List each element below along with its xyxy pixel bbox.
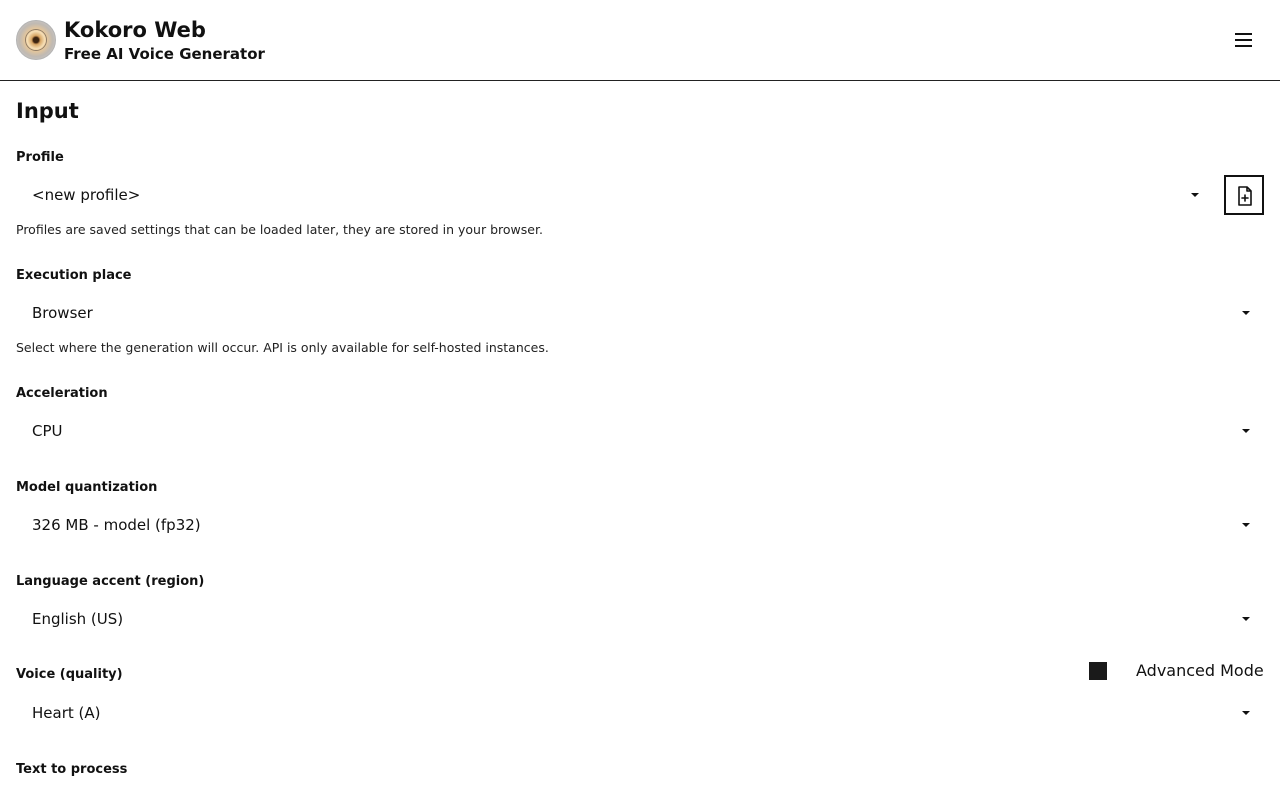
model-quantization-label: Model quantization xyxy=(16,480,158,495)
acceleration-label: Acceleration xyxy=(16,386,108,401)
section-title: Input xyxy=(16,99,79,123)
chevron-down-icon xyxy=(1242,617,1250,621)
language-accent-label: Language accent (region) xyxy=(16,574,205,589)
speaker-logo-icon xyxy=(16,20,56,60)
voice-select[interactable]: Heart (A) xyxy=(16,693,1264,733)
hamburger-menu-icon[interactable] xyxy=(1233,32,1255,48)
advanced-mode-label[interactable]: Advanced Mode xyxy=(1136,661,1264,681)
model-quantization-value: 326 MB - model (fp32) xyxy=(32,516,201,534)
acceleration-select[interactable]: CPU xyxy=(16,411,1264,451)
execution-place-hint: Select where the generation will occur. … xyxy=(16,340,549,355)
profile-label: Profile xyxy=(16,150,64,165)
chevron-down-icon xyxy=(1242,711,1250,715)
profile-hint: Profiles are saved settings that can be … xyxy=(16,222,543,237)
chevron-down-icon xyxy=(1242,429,1250,433)
chevron-down-icon xyxy=(1242,523,1250,527)
voice-label: Voice (quality) xyxy=(16,667,123,682)
advanced-mode-checkbox[interactable] xyxy=(1089,662,1107,680)
app-subtitle: Free AI Voice Generator xyxy=(64,45,265,63)
language-accent-value: English (US) xyxy=(32,610,124,628)
acceleration-value: CPU xyxy=(32,422,63,440)
model-quantization-select[interactable]: 326 MB - model (fp32) xyxy=(16,505,1264,545)
text-to-process-label: Text to process xyxy=(16,762,128,777)
text-to-process-input[interactable] xyxy=(16,790,1264,800)
language-accent-select[interactable]: English (US) xyxy=(16,599,1264,639)
app-header: Kokoro Web Free AI Voice Generator xyxy=(0,0,1280,81)
voice-value: Heart (A) xyxy=(32,704,101,722)
profile-select-value: <new profile> xyxy=(32,186,141,204)
chevron-down-icon xyxy=(1191,193,1199,197)
execution-place-value: Browser xyxy=(32,304,93,322)
app-title: Kokoro Web xyxy=(64,18,206,42)
new-file-icon xyxy=(1238,186,1252,206)
profile-select[interactable]: <new profile> xyxy=(16,175,1213,215)
execution-place-select[interactable]: Browser xyxy=(16,293,1264,333)
chevron-down-icon xyxy=(1242,311,1250,315)
execution-place-label: Execution place xyxy=(16,268,132,283)
new-profile-button[interactable] xyxy=(1224,175,1264,215)
